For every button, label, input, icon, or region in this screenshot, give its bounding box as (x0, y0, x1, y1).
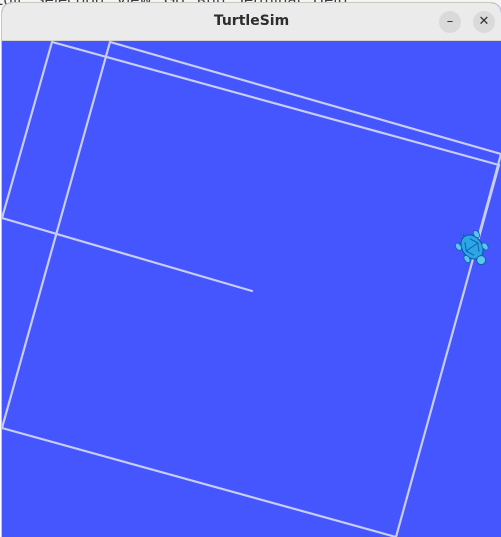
trail-segment (478, 152, 501, 233)
turtle-canvas (2, 41, 501, 537)
trail-segment (50, 41, 501, 167)
turtle-icon (454, 230, 489, 266)
trail-segment (2, 41, 112, 430)
trail-segment (2, 216, 254, 293)
minimize-icon: – (446, 14, 454, 29)
window-title: TurtleSim (213, 13, 290, 29)
turtle-trail (2, 41, 501, 537)
trail-segment (2, 41, 54, 220)
close-button[interactable]: ✕ (473, 11, 495, 33)
titlebar[interactable]: TurtleSim – ✕ (2, 3, 501, 41)
turtlesim-window: TurtleSim – ✕ (2, 3, 501, 537)
minimize-button[interactable]: – (439, 11, 461, 33)
trail-segment (2, 426, 398, 537)
close-icon: ✕ (478, 14, 490, 29)
trail-segment (108, 41, 501, 156)
